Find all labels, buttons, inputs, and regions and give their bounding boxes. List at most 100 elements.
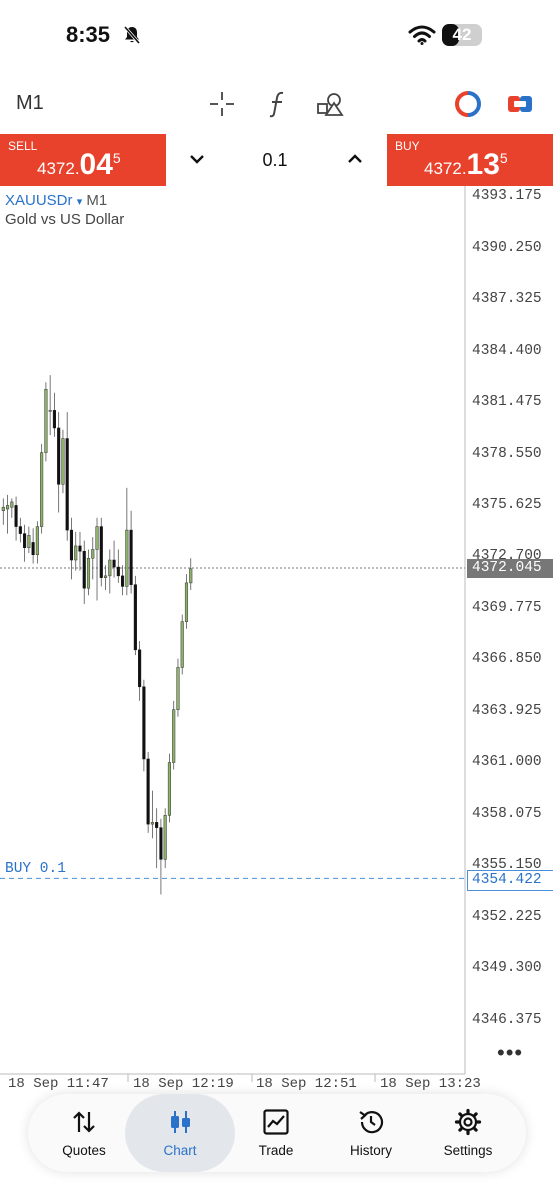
price-chart[interactable] xyxy=(0,186,553,1098)
position-price-label: 4354.422 xyxy=(467,870,553,891)
candle-body xyxy=(44,388,48,453)
nav-label: History xyxy=(349,1143,392,1158)
buy-button[interactable]: BUY 4372.135 xyxy=(387,134,553,186)
candle-body xyxy=(69,529,74,561)
candle-body xyxy=(133,584,137,651)
nav-chart[interactable]: Chart xyxy=(125,1094,235,1172)
candle-body xyxy=(27,535,31,548)
price-axis-label: 4366.850 xyxy=(472,651,542,667)
candle-body xyxy=(1,506,5,511)
more-options-icon[interactable]: ••• xyxy=(497,1040,523,1066)
candle-body xyxy=(138,649,142,688)
candle-body xyxy=(86,558,91,589)
price-axis-label: 4349.300 xyxy=(472,960,542,976)
bottom-navigation: Quotes Chart Trade History Settings xyxy=(28,1094,526,1172)
price-axis-label: 4381.475 xyxy=(472,394,542,410)
price-axis-label: 4358.075 xyxy=(472,806,542,822)
chart-icon xyxy=(171,1111,190,1133)
price-axis-label: 4384.400 xyxy=(472,343,542,359)
candle-body xyxy=(129,529,133,585)
candle-body xyxy=(82,550,86,589)
quotes-icon xyxy=(73,1111,95,1133)
candle-body xyxy=(142,686,146,760)
crosshair-icon[interactable] xyxy=(208,90,236,123)
buy-price: 4372.135 xyxy=(424,148,508,181)
candle-body xyxy=(172,709,176,763)
sell-button[interactable]: SELL 4372.045 xyxy=(0,134,166,186)
wifi-icon xyxy=(408,24,436,51)
candle-body xyxy=(18,526,22,534)
bell-muted-icon xyxy=(122,25,142,50)
candle-body xyxy=(52,410,56,429)
candle-body xyxy=(159,827,163,860)
candle-body xyxy=(112,559,116,568)
price-axis-label: 4378.550 xyxy=(472,446,542,462)
candle-body xyxy=(121,575,125,587)
indicators-icon[interactable] xyxy=(266,90,290,123)
candle-body xyxy=(40,452,44,527)
chart-description: Gold vs US Dollar xyxy=(5,211,125,228)
candle-body xyxy=(14,505,18,527)
candle-body xyxy=(35,526,39,555)
volume-input[interactable]: 0.1 xyxy=(240,150,310,171)
candle-body xyxy=(155,822,159,828)
candle-body xyxy=(125,529,129,587)
chart-symbol[interactable]: XAUUSDr ▾ M1 xyxy=(5,192,107,209)
price-axis-label: 4369.775 xyxy=(472,600,542,616)
time-axis-label: 18 Sep 11:47 xyxy=(8,1076,109,1092)
price-axis-label: 4387.325 xyxy=(472,291,542,307)
current-price-label: 4372.045 xyxy=(467,559,553,578)
price-axis-label: 4361.000 xyxy=(472,754,542,770)
candle-body xyxy=(57,427,61,485)
volume-increase-button[interactable] xyxy=(346,150,364,173)
one-click-trading-icon[interactable] xyxy=(454,90,482,123)
time-axis-label: 18 Sep 13:23 xyxy=(380,1076,481,1092)
trade-panel-icon[interactable] xyxy=(506,90,534,123)
candle-body xyxy=(176,667,180,710)
candle-body xyxy=(10,501,14,508)
nav-trade[interactable]: Trade xyxy=(228,1094,324,1172)
buy-label: BUY xyxy=(395,139,420,153)
candle-body xyxy=(99,526,103,578)
nav-label: Settings xyxy=(443,1143,493,1158)
volume-decrease-button[interactable] xyxy=(188,150,206,173)
price-axis-label: 4363.925 xyxy=(472,703,542,719)
trade-icon xyxy=(263,1109,289,1135)
candle-body xyxy=(48,410,52,412)
candle-body xyxy=(108,559,112,577)
battery-level: 42 xyxy=(452,25,472,44)
timeframe-selector[interactable]: M1 xyxy=(16,92,44,115)
candle-body xyxy=(116,566,120,577)
candle-body xyxy=(74,545,78,561)
nav-history[interactable]: History xyxy=(323,1094,419,1172)
candle-body xyxy=(6,505,10,510)
candle-body xyxy=(150,822,154,825)
time-axis-label: 18 Sep 12:19 xyxy=(133,1076,234,1092)
history-icon xyxy=(359,1111,384,1134)
price-axis-label: 4390.250 xyxy=(472,240,542,256)
nav-settings[interactable]: Settings xyxy=(420,1094,516,1172)
sell-label: SELL xyxy=(8,139,38,153)
candle-body xyxy=(95,526,99,550)
candle-body xyxy=(180,621,184,668)
candle-body xyxy=(146,758,150,825)
candle-body xyxy=(65,438,69,531)
battery-icon: 42 xyxy=(442,24,482,46)
price-axis-label: 4393.175 xyxy=(472,188,542,204)
candle-body xyxy=(31,542,35,555)
candle-body xyxy=(163,815,167,860)
nav-quotes[interactable]: Quotes xyxy=(36,1094,132,1172)
candle-body xyxy=(189,568,193,584)
position-line-label[interactable]: BUY 0.1 xyxy=(5,861,66,877)
candle-body xyxy=(91,549,95,559)
candle-body xyxy=(103,575,108,578)
status-time: 8:35 xyxy=(66,22,111,47)
sell-price: 4372.045 xyxy=(37,148,121,181)
nav-label: Chart xyxy=(163,1143,197,1158)
candle-body xyxy=(23,533,27,548)
candle-body xyxy=(184,582,189,622)
nav-label: Trade xyxy=(258,1143,294,1158)
price-axis-label: 4352.225 xyxy=(472,909,542,925)
time-axis-label: 18 Sep 12:51 xyxy=(256,1076,357,1092)
objects-icon[interactable] xyxy=(316,90,344,123)
